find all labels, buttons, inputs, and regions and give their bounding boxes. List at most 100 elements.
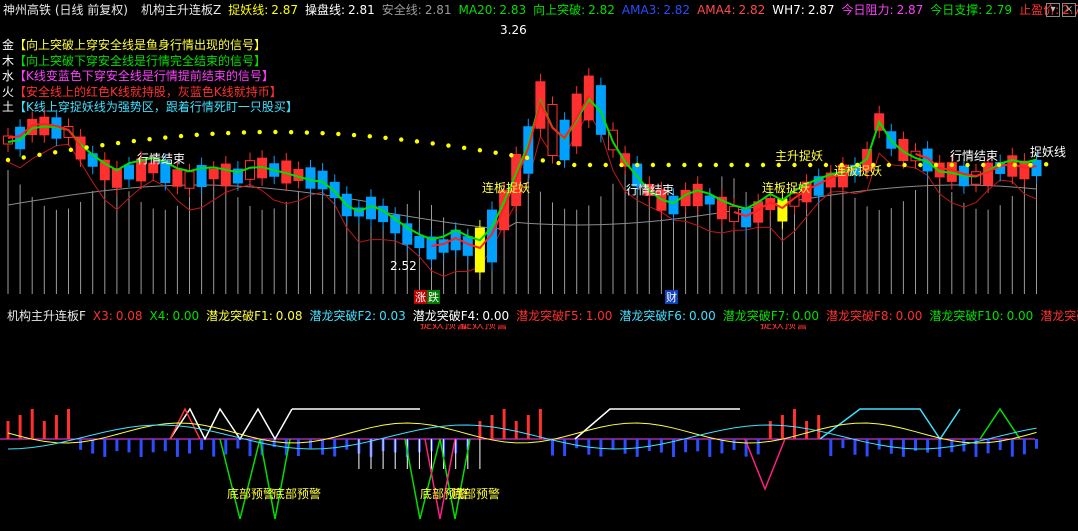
candle-body	[777, 198, 788, 222]
candle-body	[741, 208, 752, 228]
catch-demon-dot	[273, 129, 278, 135]
catch-demon-dot	[902, 162, 907, 168]
sub-value-5: 潜龙突破F5: 1.00	[516, 309, 612, 323]
candle-body	[317, 170, 328, 190]
candle-body	[668, 195, 679, 215]
chart-annotation: 行情结束	[950, 149, 998, 163]
sub-value-9: 潜龙突破F10: 0.00	[929, 309, 1033, 323]
green-dip	[219, 438, 291, 520]
sub-label: 潜龙突破F1:	[206, 308, 273, 323]
sub-number: 1.00	[585, 308, 613, 323]
catch-demon-dot	[965, 162, 970, 168]
sub-label: 潜龙突破F8:	[826, 308, 893, 323]
chart-annotation: 行情结束	[137, 152, 185, 166]
sub-number: 0.00	[689, 308, 716, 323]
badge-text: 涨	[415, 291, 426, 304]
sub-number: 0.03	[379, 308, 406, 323]
catch-demon-dot	[792, 162, 797, 168]
sub-value-10: 潜龙突破F12:0.00	[1040, 309, 1078, 323]
chart-annotation: 连板捉妖	[762, 180, 810, 195]
sub-indicator-values: X3: 0.08 X4: 0.00 潜龙突破F1: 0.08 潜龙突破F2: 0.03 潜龙突破…	[93, 307, 1078, 324]
sub-label: 潜龙突破F7:	[722, 308, 790, 323]
catch-demon-dot	[115, 140, 121, 146]
catch-demon-dot	[241, 130, 247, 135]
catch-demon-dot	[131, 138, 137, 144]
catch-demon-dot	[760, 162, 766, 168]
catch-demon-dot	[147, 137, 152, 142]
catch-demon-dot	[1028, 162, 1033, 168]
catch-demon-dot	[650, 162, 656, 168]
sub-value-6: 潜龙突破F6: 0.00	[619, 309, 715, 323]
price-chart[interactable]: 3.262.52行情结束行情结束行情结束连板捉妖 连板捉妖连板捉妖主升捉妖 捉妖线涨…	[0, 0, 1078, 306]
sub-label: X4:	[149, 308, 170, 323]
sub-indicator-name[interactable]: 机构主升连板F	[7, 307, 86, 324]
catch-demon-dot	[509, 153, 514, 158]
sub-number: 0.00	[895, 308, 923, 323]
f2-line	[7, 424, 1037, 450]
catch-demon-dot	[68, 147, 74, 153]
catch-demon-dot	[1012, 162, 1017, 168]
candle-body	[208, 168, 219, 180]
sub-number: 0.00	[482, 308, 510, 323]
catch-demon-dot	[367, 134, 372, 139]
catch-demon-dot	[210, 131, 215, 137]
sub-value-8: 潜龙突破F8: 0.00	[826, 309, 922, 323]
catch-demon-dot	[52, 150, 58, 155]
catch-demon-dot	[933, 162, 939, 168]
catch-demon-dot	[524, 155, 530, 161]
white-wave-2	[574, 408, 740, 440]
catch-demon-dot	[981, 162, 986, 168]
chart-annotation: 连板捉妖	[834, 163, 882, 178]
catch-demon-dot	[226, 130, 231, 136]
oscillator-chart[interactable]: 底部预警底部预警 底部预警底部预警捉妖预警捉妖预警 捉妖预警	[0, 324, 1078, 531]
catch-demon-dot	[336, 131, 341, 137]
catch-demon-dot	[461, 145, 467, 151]
candle-body	[474, 227, 485, 273]
catch-demon-dot	[713, 162, 719, 168]
catch-demon-dot	[446, 143, 451, 148]
candle-body	[1019, 160, 1030, 180]
candle-body	[220, 163, 231, 187]
sub-value-2: 潜龙突破F1: 0.08	[206, 309, 302, 323]
sub-annotation: 捉妖预警	[760, 324, 808, 331]
sub-value-4: 潜龙突破F4: 0.00	[413, 309, 509, 323]
sub-value-7: 潜龙突破F7: 0.00	[723, 309, 819, 323]
sub-value-3: 潜龙突破F2: 0.03	[309, 309, 405, 323]
catch-demon-dot	[84, 145, 89, 150]
catch-demon-dot	[320, 130, 325, 136]
sub-annotation: 底部预警	[227, 486, 275, 501]
catch-demon-dot	[5, 157, 11, 163]
catch-demon-dot	[776, 162, 781, 168]
pink-dip	[744, 438, 786, 492]
catch-demon-dot	[635, 162, 640, 168]
sub-annotation: 底部预警	[273, 486, 321, 501]
candle-body	[305, 167, 316, 189]
catch-demon-dot	[37, 152, 42, 158]
sub-label: X3:	[92, 308, 113, 323]
chart-annotation: 连板捉妖	[482, 180, 530, 195]
catch-demon-dot	[918, 162, 923, 168]
sub-label: 潜龙突破F12:	[1040, 308, 1078, 323]
catch-demon-dot	[587, 162, 593, 168]
catch-demon-dot	[682, 162, 687, 168]
chart-annotation: 行情结束	[626, 183, 674, 197]
catch-demon-dot	[729, 162, 734, 168]
sub-label: 潜龙突破F4:	[412, 308, 480, 323]
catch-demon-dot	[399, 137, 404, 142]
catch-demon-dot	[163, 135, 168, 140]
catch-demon-dot	[996, 162, 1002, 168]
candle-body	[111, 168, 122, 188]
catch-demon-dot	[100, 142, 105, 148]
catch-demon-dot	[886, 162, 892, 168]
catch-demon-dot	[304, 130, 310, 135]
white-wave	[169, 407, 293, 441]
chart-annotation: 捉妖线	[1030, 144, 1066, 159]
candle-body	[704, 195, 715, 205]
catch-demon-dot	[351, 132, 357, 138]
candle-body	[971, 171, 981, 185]
catch-demon-dot	[1043, 162, 1049, 167]
chart-annotation: 3.26	[500, 23, 527, 37]
sub-number: 0.00	[1006, 308, 1034, 323]
candle-body	[245, 160, 255, 180]
candle-body	[487, 209, 497, 263]
